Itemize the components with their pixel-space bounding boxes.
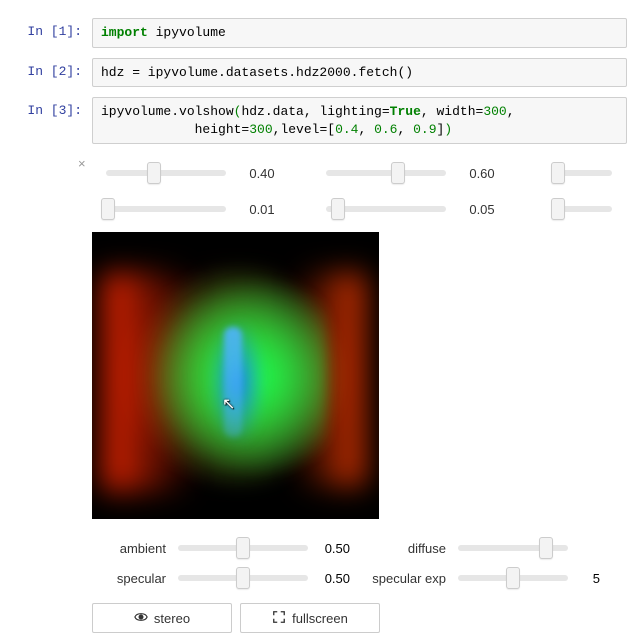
number: 0.4	[335, 122, 358, 137]
specular-readout: 0.50	[312, 571, 364, 586]
fullscreen-button[interactable]: fullscreen	[240, 603, 380, 633]
ambient-readout: 0.50	[312, 541, 364, 556]
opacity-slider-3[interactable]	[552, 206, 612, 212]
code-text: ,	[397, 122, 413, 137]
opacity-slider-2[interactable]	[326, 206, 446, 212]
code-text: hdz.data, lighting=	[241, 104, 389, 119]
diffuse-slider[interactable]	[458, 545, 568, 551]
opacity-readout-1: 0.01	[236, 202, 296, 217]
number: 300	[483, 104, 506, 119]
stereo-button-label: stereo	[154, 611, 190, 626]
code-text: ,	[358, 122, 374, 137]
opacity-readout-2: 0.05	[456, 202, 516, 217]
code-text: , width=	[421, 104, 483, 119]
stereo-button[interactable]: stereo	[92, 603, 232, 633]
number: 0.6	[374, 122, 397, 137]
input-prompt-2: In [2]:	[0, 58, 92, 79]
code-text: hdz = ipyvolume.datasets.hdz2000.fetch()	[101, 65, 413, 80]
specular-exp-slider[interactable]	[458, 575, 568, 581]
paren-close: )	[444, 122, 452, 137]
opacity-slider-1[interactable]	[106, 206, 226, 212]
code-text: ipyvolume	[148, 25, 226, 40]
code-text: ,level=[	[273, 122, 335, 137]
specular-label: specular	[92, 571, 174, 586]
keyword-true: True	[390, 104, 421, 119]
keyword-import: import	[101, 25, 148, 40]
code-text: ,	[507, 104, 515, 119]
eye-icon	[134, 610, 148, 627]
specular-slider[interactable]	[178, 575, 308, 581]
fullscreen-button-label: fullscreen	[292, 611, 348, 626]
ambient-label: ambient	[92, 541, 174, 556]
volume-canvas[interactable]: ↖	[92, 232, 379, 519]
cursor-icon: ↖	[222, 394, 235, 414]
level-slider-2[interactable]	[326, 170, 446, 176]
level-readout-2: 0.60	[456, 166, 516, 181]
code-cell-1[interactable]: import ipyvolume	[92, 18, 627, 48]
ambient-slider[interactable]	[178, 545, 308, 551]
volume-glow	[224, 327, 242, 437]
number: 0.9	[413, 122, 436, 137]
specular-exp-readout: 5	[572, 571, 600, 586]
code-text: height=	[101, 122, 249, 137]
input-prompt-3: In [3]:	[0, 97, 92, 118]
level-readout-1: 0.40	[236, 166, 296, 181]
code-cell-2[interactable]: hdz = ipyvolume.datasets.hdz2000.fetch()	[92, 58, 627, 88]
input-prompt-1: In [1]:	[0, 18, 92, 39]
level-slider-1[interactable]	[106, 170, 226, 176]
code-cell-3[interactable]: ipyvolume.volshow(hdz.data, lighting=Tru…	[92, 97, 627, 144]
number: 300	[249, 122, 272, 137]
level-slider-3[interactable]	[552, 170, 612, 176]
close-icon[interactable]: ×	[78, 156, 86, 171]
code-fn: ipyvolume.volshow	[101, 104, 234, 119]
diffuse-label: diffuse	[364, 541, 454, 556]
fullscreen-icon	[272, 610, 286, 627]
specular-exp-label: specular exp	[364, 571, 454, 586]
